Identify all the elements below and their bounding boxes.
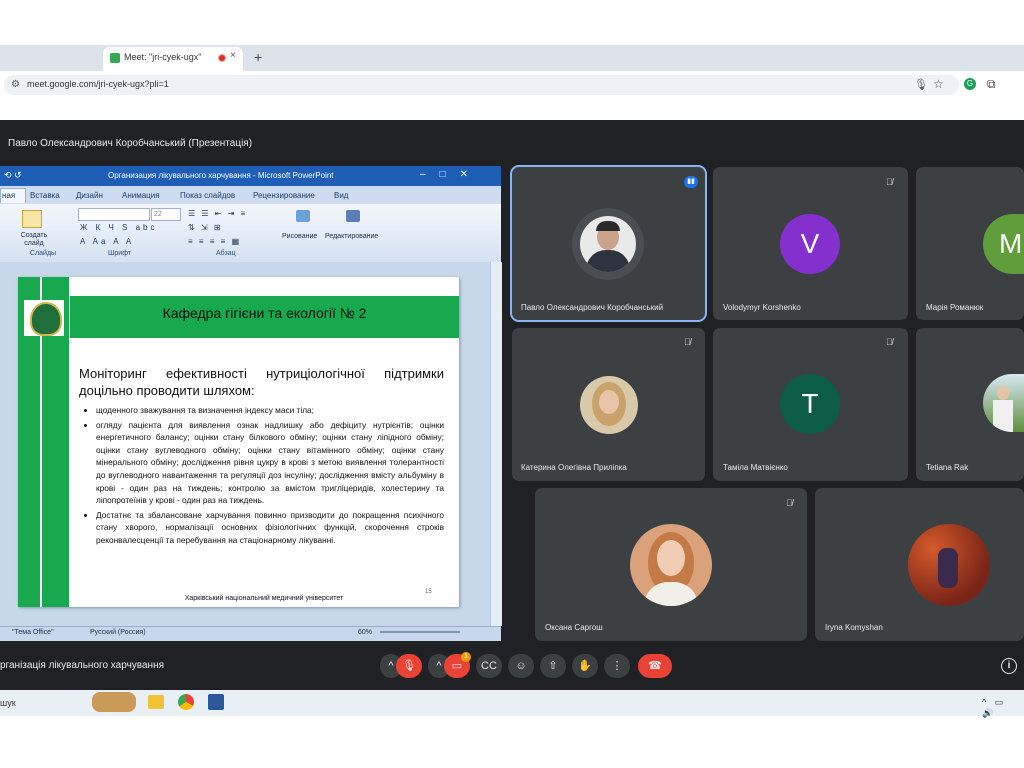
meeting-info-icon[interactable]: i [1001,658,1017,674]
align-buttons[interactable]: ≡ ≡ ≡ ≡ ▦ [188,237,241,246]
ppt-quick-access-icon: ⟲ ↺ [4,170,22,180]
status-language[interactable]: Русский (Россия) [90,629,146,636]
font-name-dropdown[interactable] [78,208,150,221]
avatar: V [780,214,840,274]
bookmarks-bar [0,99,1024,118]
recording-indicator-icon [218,54,226,62]
participant-name: Катерина Олегівна Приліпка [521,463,627,472]
avatar [630,524,712,606]
zoom-slider[interactable] [380,631,460,633]
participant-name: Таміла Матвієнко [723,463,788,472]
slide-bullet: огляду пацієнта для виявлення ознак надл… [96,419,444,507]
window-controls: –□✕ [420,169,482,180]
participant-name: Оксана Саргош [545,623,603,632]
new-tab-button[interactable]: + [254,49,262,65]
url-text[interactable]: meet.google.com/jri-cyek-ugx?pli=1 [27,79,169,89]
slide-bullet-list: щоденного зважування та визначення індек… [79,404,444,549]
status-zoom[interactable]: 60% [358,629,372,636]
avatar [908,524,990,606]
slide-bullet: Достатнє та збалансоване харчування пови… [96,509,444,547]
hedgehog-decoration-icon [92,692,136,712]
participant-name: Tetiana Rak [926,463,969,472]
bookmark-star-icon[interactable]: ☆ [933,77,944,91]
speaking-indicator-icon: ▮▮ [684,176,698,188]
tab-title: Meet: "jri-cyek-ugx" [124,52,202,62]
tab-slideshow[interactable]: Показ слайдов [180,191,235,200]
tab-animation[interactable]: Анимация [122,191,160,200]
reactions-emoji-icon[interactable]: ☺ [508,654,534,678]
notification-badge: 1 [461,652,471,662]
mic-muted-icon: 🎙̸ [886,337,893,347]
group-paragraph-label: Абзац [216,250,236,257]
drawing-button[interactable]: Рисование [282,233,317,240]
participant-name: Павло Олександрович Коробчанський [521,303,664,312]
font-format-buttons[interactable]: Ж К Ч S abc [80,223,158,232]
direction-buttons[interactable]: ⇅ ⇲ ⊞ [188,223,223,232]
binoculars-icon[interactable] [346,210,360,222]
status-theme: "Тема Office" [12,629,54,636]
group-font-label: Шрифт [108,250,132,257]
ppt-window-title: Организация лікувального харчування - Mi… [108,171,334,180]
slide-scrollbar[interactable] [490,262,502,626]
file-explorer-icon[interactable] [148,695,164,709]
chrome-icon[interactable] [178,694,194,710]
list-buttons[interactable]: ☰ ☰ ⇤ ⇥ ≡ [188,209,247,218]
mic-muted-icon: 🎙̸ [786,498,793,508]
meeting-name: рганізація лікувального харчування [0,660,165,671]
slide-bullet: щоденного зважування та визначення індек… [96,404,444,417]
extension-icon[interactable]: G [964,78,976,90]
mic-muted-icon: 🎙̸ [684,337,691,347]
system-tray-icons[interactable]: ^ ▭ 🔊 [982,697,1024,719]
extensions-puzzle-icon[interactable]: ⧉ [987,77,996,92]
site-settings-icon[interactable]: ⚙ [11,79,20,90]
university-emblem-icon [30,302,62,336]
tab-home[interactable]: ная [2,191,15,200]
mic-toggle-button[interactable]: 🎙 [396,654,422,678]
slide-banner-title: Кафедра гігієни та екології № 2 [162,305,367,321]
mic-muted-icon: 🎙̸ [886,177,893,187]
avatar [580,216,636,272]
avatar [580,376,638,434]
slide-heading: Моніторинг ефективності нутриціологічної… [79,366,444,398]
create-slide-button[interactable]: Создать слайд [18,232,50,248]
presentation-title: Павло Олександрович Коробчанський (Презе… [8,138,253,149]
participant-name: Volodymyr Korshenko [723,303,801,312]
tab-insert[interactable]: Вставка [30,191,60,200]
new-slide-icon[interactable] [22,210,42,228]
raise-hand-icon[interactable]: ✋ [572,654,598,678]
participant-name: Марія Романюк [926,303,984,312]
editing-button[interactable]: Редактирование [325,233,378,240]
ppt-ribbon [0,204,501,263]
participant-name: Iryna Komyshan [825,623,883,632]
tab-review[interactable]: Рецензирование [253,191,315,200]
font-color-buttons[interactable]: A Aa A A [80,237,134,246]
taskbar-search[interactable]: шук [0,698,16,708]
avatar: T [780,374,840,434]
tab-view[interactable]: Вид [334,191,348,200]
tab-close-icon[interactable]: × [230,50,236,61]
present-screen-button[interactable]: ⇧ [540,654,566,678]
font-size-dropdown[interactable]: 22 [151,208,181,221]
word-icon[interactable] [208,694,224,710]
meet-favicon-icon [110,53,120,63]
leave-call-button[interactable]: ☎ [638,654,672,678]
microphone-icon[interactable]: 🎙 [914,78,928,91]
captions-button[interactable]: CC [476,654,502,678]
drawing-icon[interactable] [296,210,310,222]
slide-footer: Харківський національний медичний універ… [184,595,344,602]
more-options-icon[interactable]: ⋮ [604,654,630,678]
tab-design[interactable]: Дизайн [76,191,103,200]
ppt-status-bar [0,626,501,641]
group-slides-label: Слайды [30,250,57,257]
